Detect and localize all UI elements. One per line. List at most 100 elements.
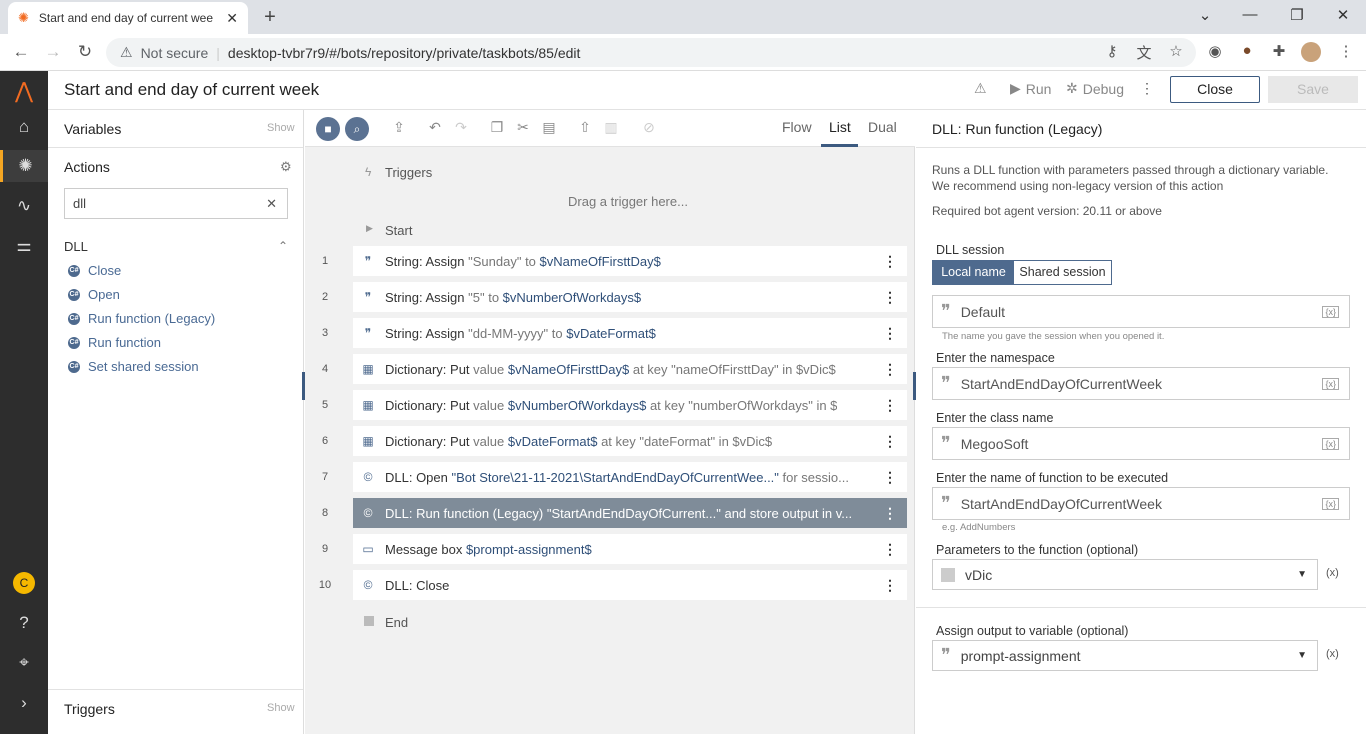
action-row[interactable]: ❞ String: Assign "Sunday" to $vNameOfFir… [353, 246, 907, 276]
more-icon[interactable]: ⋮ [1140, 80, 1154, 97]
variables-heading[interactable]: Variables [64, 121, 121, 137]
home-icon[interactable]: ⌂ [0, 111, 48, 143]
cut-icon[interactable]: ✂ [513, 119, 533, 136]
back-icon[interactable]: ← [10, 42, 32, 62]
quote-icon: ❞ [364, 254, 372, 268]
omnibox[interactable]: ⚠ Not secure | desktop-tvbr7r9/#/bots/re… [106, 38, 1196, 67]
session-name-field[interactable]: ❞ Default {x} [932, 295, 1350, 328]
debug-button[interactable]: ✲ Debug [1066, 80, 1124, 97]
tab-list[interactable]: List [829, 119, 851, 135]
action-row-selected[interactable]: © DLL: Run function (Legacy) "StartAndEn… [353, 498, 907, 528]
location-icon[interactable]: ⌖ [0, 647, 48, 679]
row-menu-icon[interactable]: ⋮ [883, 577, 897, 594]
actions-settings-icon[interactable]: ⚙ [280, 159, 292, 175]
row-menu-icon[interactable]: ⋮ [883, 469, 897, 486]
manage-icon[interactable]: ⚌ [0, 230, 48, 262]
action-row[interactable]: ▦ Dictionary: Put value $vNumberOfWorkda… [353, 390, 907, 420]
action-item[interactable]: C# Close [68, 263, 121, 278]
undo-icon[interactable]: ↶ [425, 119, 445, 136]
key-icon[interactable]: ⚷ [1102, 42, 1122, 62]
bookmark-star-icon[interactable]: ☆ [1166, 42, 1186, 62]
expand-icon[interactable]: › [0, 687, 48, 719]
action-row[interactable]: ▦ Dictionary: Put value $vNameOfFirsttDa… [353, 354, 907, 384]
puzzle-icon[interactable]: ✚ [1269, 42, 1289, 62]
output-select[interactable]: ❞ prompt-assignment ▼ [932, 640, 1318, 671]
action-row[interactable]: © DLL: Open "Bot Store\21-11-2021\StartA… [353, 462, 907, 492]
browser-tab[interactable]: ✺ Start and end day of current wee ✕ [8, 2, 248, 34]
export-icon[interactable]: ⇪ [389, 119, 409, 136]
disable-icon[interactable]: ⊘ [639, 119, 659, 136]
delete-icon[interactable]: ▥ [601, 119, 621, 136]
tab-dual[interactable]: Dual [868, 119, 897, 135]
reload-icon[interactable]: ↻ [74, 42, 96, 62]
action-row[interactable]: ▦ Dictionary: Put value $vDateFormat$ at… [353, 426, 907, 456]
row-menu-icon[interactable]: ⋮ [883, 361, 897, 378]
search-actions-icon[interactable]: ⌕ [345, 117, 369, 141]
clear-search-icon[interactable]: ✕ [266, 196, 277, 212]
variable-insert-icon[interactable]: {x} [1322, 437, 1339, 450]
chevron-up-icon[interactable]: ⌃ [278, 239, 288, 253]
activity-icon[interactable]: ∿ [0, 190, 48, 222]
logo-icon[interactable]: ⋀ [0, 75, 48, 107]
paste-icon[interactable]: ▤ [539, 119, 559, 136]
variable-insert-icon[interactable]: {x} [1322, 497, 1339, 510]
triggers-show-link[interactable]: Show [267, 702, 295, 714]
action-item[interactable]: C# Open [68, 287, 120, 302]
window-close-button[interactable]: ✕ [1328, 6, 1358, 24]
local-name-toggle[interactable]: Local name [933, 261, 1014, 284]
dll-group[interactable]: DLL [64, 239, 88, 254]
forward-icon[interactable]: → [42, 42, 64, 62]
variable-insert-icon[interactable]: {x} [1322, 377, 1339, 390]
triggers-heading[interactable]: Triggers [64, 701, 115, 717]
run-button[interactable]: ▶ Run [1010, 80, 1051, 97]
actions-search-input[interactable]: dll ✕ [64, 188, 288, 219]
row-menu-icon[interactable]: ⋮ [883, 433, 897, 450]
action-row[interactable]: ❞ String: Assign "5" to $vNumberOfWorkda… [353, 282, 907, 312]
action-row[interactable]: © DLL: Close ⋮ [353, 570, 907, 600]
profile-extension-icon[interactable]: ● [1237, 42, 1257, 62]
class-name-field[interactable]: ❞ MegooSoft {x} [932, 427, 1350, 460]
row-menu-icon[interactable]: ⋮ [883, 541, 897, 558]
help-icon[interactable]: ? [0, 607, 48, 639]
save-button[interactable]: Save [1268, 76, 1358, 103]
minimize-button[interactable]: — [1235, 6, 1265, 23]
action-item[interactable]: C# Run function [68, 335, 161, 350]
drag-trigger-hint[interactable]: Drag a trigger here... [568, 194, 688, 209]
function-name-field[interactable]: ❞ StartAndEndDayOfCurrentWeek {x} [932, 487, 1350, 520]
row-menu-icon[interactable]: ⋮ [883, 289, 897, 306]
shared-session-toggle[interactable]: Shared session [1014, 261, 1111, 284]
translate-icon[interactable]: 文 [1134, 42, 1154, 62]
close-button[interactable]: Close [1170, 76, 1260, 103]
create-variable-icon[interactable]: (x) [1326, 567, 1339, 579]
variables-show-link[interactable]: Show [267, 122, 295, 134]
params-select[interactable]: vDic ▼ [932, 559, 1318, 590]
redo-icon[interactable]: ↷ [451, 119, 471, 136]
close-tab-icon[interactable]: ✕ [226, 10, 238, 27]
move-up-icon[interactable]: ⇧ [575, 119, 595, 136]
menu-icon[interactable]: ⋮ [1336, 42, 1356, 62]
row-menu-icon[interactable]: ⋮ [883, 505, 897, 522]
create-variable-icon[interactable]: (x) [1326, 648, 1339, 660]
extension-icon[interactable]: ◉ [1205, 42, 1225, 62]
action-row[interactable]: ▭ Message box $prompt-assignment$ ⋮ [353, 534, 907, 564]
tab-flow[interactable]: Flow [782, 119, 812, 135]
row-menu-icon[interactable]: ⋮ [883, 325, 897, 342]
action-item[interactable]: C# Set shared session [68, 359, 199, 374]
row-number: 6 [321, 435, 329, 447]
warning-icon[interactable]: ⚠ [974, 80, 987, 97]
user-avatar[interactable]: C [0, 567, 48, 599]
action-row[interactable]: ❞ String: Assign "dd-MM-yyyy" to $vDateF… [353, 318, 907, 348]
record-icon[interactable]: ■ [316, 117, 340, 141]
namespace-field[interactable]: ❞ StartAndEndDayOfCurrentWeek {x} [932, 367, 1350, 400]
new-tab-button[interactable]: + [258, 6, 282, 29]
bots-icon[interactable]: ✺ [0, 150, 48, 182]
url-text[interactable]: desktop-tvbr7r9/#/bots/repository/privat… [228, 45, 581, 61]
copy-icon[interactable]: ❐ [487, 119, 507, 136]
row-menu-icon[interactable]: ⋮ [883, 253, 897, 270]
variable-insert-icon[interactable]: {x} [1322, 305, 1339, 318]
tab-search-icon[interactable]: ⌄ [1190, 6, 1220, 24]
row-menu-icon[interactable]: ⋮ [883, 397, 897, 414]
avatar[interactable] [1301, 42, 1321, 62]
restore-button[interactable]: ❐ [1282, 6, 1312, 24]
action-item[interactable]: C# Run function (Legacy) [68, 311, 215, 326]
